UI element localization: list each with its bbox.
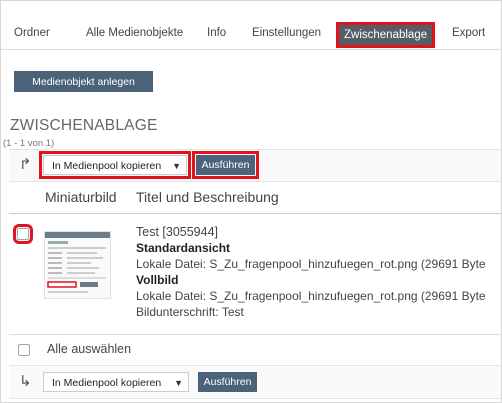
top-action-bar: ↱ In Medienpool kopieren ▼ Ausführen — [9, 149, 501, 182]
tab-info[interactable]: Info — [207, 21, 226, 45]
media-thumbnail[interactable] — [44, 231, 111, 299]
column-header-title[interactable]: Titel und Beschreibung — [136, 189, 279, 205]
tab-einstellungen[interactable]: Einstellungen — [252, 21, 321, 45]
select-all-label[interactable]: Alle auswählen — [47, 342, 131, 356]
tab-bar: Ordner Alle Medienobjekte Info Einstellu… — [1, 1, 501, 50]
action-select-bottom[interactable]: In Medienpool kopieren ▼ — [43, 372, 189, 392]
bottom-action-bar: ↳ In Medienpool kopieren ▼ Ausführen — [9, 365, 501, 399]
tab-zwischenablage[interactable]: Zwischenablage — [335, 22, 436, 48]
execute-button-bottom[interactable]: Ausführen — [198, 372, 257, 392]
tab-alle-medienobjekte[interactable]: Alle Medienobjekte — [86, 21, 183, 45]
result-count: (1 - 1 von 1) — [3, 138, 55, 149]
chevron-down-icon: ▼ — [174, 378, 183, 388]
page-title: ZWISCHENABLAGE — [10, 117, 158, 134]
arrow-up-right-icon: ↱ — [19, 156, 32, 173]
action-select-top[interactable]: In Medienpool kopieren ▼ — [39, 151, 191, 179]
tab-export[interactable]: Export — [452, 21, 485, 45]
select-all-checkbox[interactable] — [18, 344, 30, 356]
full-view-label: Vollbild — [136, 273, 179, 287]
create-media-object-button[interactable]: Medienobjekt anlegen — [14, 71, 153, 92]
action-select-top-value: In Medienpool kopieren — [52, 160, 162, 172]
image-caption: Bildunterschrift: Test — [136, 305, 244, 319]
table-row: Test [3055944] Standardansicht Lokale Da… — [9, 213, 501, 335]
chevron-down-icon: ▼ — [172, 161, 181, 171]
full-file-info: Lokale Datei: S_Zu_fragenpool_hinzufuege… — [136, 289, 486, 303]
standard-view-label: Standardansicht — [136, 241, 231, 255]
clipboard-panel: Ordner Alle Medienobjekte Info Einstellu… — [0, 0, 502, 403]
action-select-bottom-value: In Medienpool kopieren — [52, 377, 162, 389]
standard-file-info: Lokale Datei: S_Zu_fragenpool_hinzufuege… — [136, 257, 486, 271]
arrow-down-right-icon: ↳ — [19, 373, 32, 390]
execute-button-top[interactable]: Ausführen — [192, 151, 259, 179]
column-header-thumbnail[interactable]: Miniaturbild — [45, 189, 117, 205]
tab-ordner[interactable]: Ordner — [14, 21, 50, 45]
media-title[interactable]: Test [3055944] — [136, 225, 218, 239]
thumbnail-preview-icon — [45, 232, 110, 293]
row-checkbox[interactable] — [13, 224, 33, 244]
